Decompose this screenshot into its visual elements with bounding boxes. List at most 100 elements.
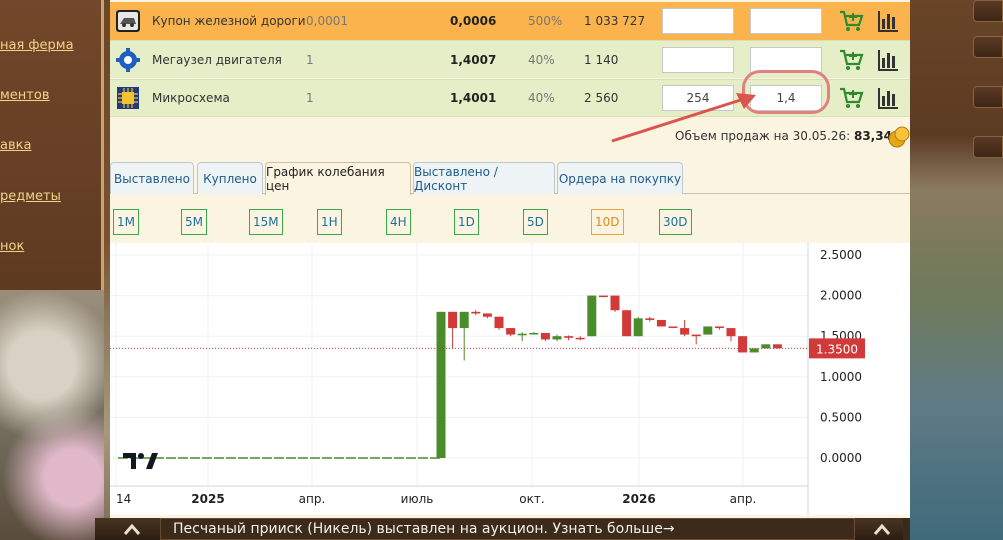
candle-body xyxy=(482,313,492,317)
price-input[interactable] xyxy=(750,8,822,34)
cart-icon[interactable] xyxy=(838,47,864,73)
interval-button[interactable]: 5M xyxy=(181,209,207,235)
y-tick-label: 2.0000 xyxy=(820,289,862,303)
item-min: 0,0001 xyxy=(306,14,348,28)
right-background xyxy=(910,0,1003,540)
x-tick-label: 2025 xyxy=(191,492,224,506)
ticker-text[interactable]: Песчаный прииск (Никель) выставлен на ау… xyxy=(173,521,675,537)
item-name[interactable]: Мегаузел двигателя xyxy=(152,53,282,67)
y-tick-label: 2.5000 xyxy=(820,248,862,262)
item-price: 0,0006 xyxy=(450,14,497,28)
right-menu-button[interactable] xyxy=(973,36,1003,58)
interval-button[interactable]: 4H xyxy=(386,209,411,235)
candle-body xyxy=(587,295,597,337)
candle-body xyxy=(761,344,771,349)
candle-body xyxy=(517,333,527,336)
interval-button[interactable]: 5D xyxy=(523,209,548,235)
chart-background xyxy=(110,243,910,515)
item-min: 1 xyxy=(306,91,314,105)
item-name[interactable]: Микросхема xyxy=(152,91,230,105)
chevron-up-icon[interactable] xyxy=(873,522,891,536)
interval-button[interactable]: 30D xyxy=(659,209,692,235)
microchip-icon xyxy=(116,86,140,110)
candle-body xyxy=(772,344,782,349)
right-menu-button[interactable] xyxy=(973,136,1003,158)
stats-icon[interactable] xyxy=(877,9,899,33)
left-scene-image xyxy=(0,290,104,540)
candle-body xyxy=(448,311,458,329)
item-min: 1 xyxy=(306,52,314,67)
news-ticker[interactable]: Песчаный прииск (Никель) выставлен на ау… xyxy=(160,518,855,540)
candle-body xyxy=(680,328,690,335)
candle-body xyxy=(633,318,643,337)
right-menu-button[interactable] xyxy=(973,0,1003,22)
tab-price-chart[interactable]: График колебания цен xyxy=(265,162,411,195)
left-menu: ная ферма ментов авка редметы нок xyxy=(0,0,104,290)
quantity-input[interactable] xyxy=(662,8,734,34)
candle-body xyxy=(552,336,562,340)
cart-icon[interactable] xyxy=(838,8,864,34)
interval-button[interactable]: 1D xyxy=(454,209,479,235)
stats-icon[interactable] xyxy=(877,48,899,72)
tab-buy-orders[interactable]: Ордера на покупку xyxy=(557,162,683,194)
tab-bar: Выставлено Куплено График колебания цен … xyxy=(110,160,910,195)
menu-item-items[interactable]: редметы xyxy=(0,189,61,204)
candle-body xyxy=(540,332,550,340)
candle-body xyxy=(738,336,748,353)
candle-body xyxy=(575,337,585,340)
item-percent: 40% xyxy=(528,52,555,67)
tab-listed[interactable]: Выставлено xyxy=(110,162,194,194)
price-input[interactable] xyxy=(750,46,822,73)
x-tick-label: апр. xyxy=(730,492,757,506)
right-menu-button[interactable] xyxy=(973,86,1003,108)
item-percent: 40% xyxy=(528,91,555,105)
menu-item-market[interactable]: нок xyxy=(0,239,24,254)
railway-coupon-icon xyxy=(116,9,140,33)
interval-button[interactable]: 15M xyxy=(249,209,283,235)
tab-bought[interactable]: Куплено xyxy=(197,162,263,194)
price-label: 1.3500 xyxy=(816,342,858,356)
interval-button[interactable]: 1M xyxy=(113,209,139,235)
y-tick-label: 1.0000 xyxy=(820,370,862,384)
chevron-up-icon[interactable] xyxy=(123,522,141,536)
item-price: 1,4001 xyxy=(450,91,497,105)
interval-button-selected[interactable]: 10D xyxy=(591,209,624,235)
candle-body xyxy=(459,311,469,329)
item-percent: 500% xyxy=(528,14,563,28)
candle-body xyxy=(691,334,701,337)
engine-gear-icon xyxy=(116,47,140,72)
quantity-input[interactable] xyxy=(662,46,734,73)
interval-button[interactable]: 1H xyxy=(317,209,342,235)
menu-item-farm[interactable]: ная ферма xyxy=(0,38,74,53)
price-chart[interactable]: 2.50002.00001.50001.00000.50000.0000 14 2… xyxy=(110,243,910,515)
candle-body xyxy=(610,295,620,311)
cart-icon[interactable] xyxy=(838,85,864,111)
item-volume: 1 033 727 xyxy=(584,14,646,28)
sales-label: Объем продаж на 30.05.26: xyxy=(675,129,851,143)
candle-body xyxy=(668,326,678,328)
table-row: Купон железной дороги 0,0001 0,0006 500%… xyxy=(110,2,910,40)
stats-icon[interactable] xyxy=(877,86,899,110)
candle-body xyxy=(506,328,516,335)
x-tick-label: апр. xyxy=(299,492,326,506)
candle-body xyxy=(436,311,446,458)
item-volume: 1 140 xyxy=(584,52,619,67)
candle-body xyxy=(703,326,713,335)
y-tick-label: 0.5000 xyxy=(820,410,862,424)
candle-body xyxy=(564,336,574,338)
coin-icon xyxy=(888,126,910,148)
menu-item-shop[interactable]: авка xyxy=(0,138,31,153)
item-price: 1,4007 xyxy=(450,52,497,67)
candle-body xyxy=(598,295,608,298)
x-tick-label: окт. xyxy=(519,492,544,506)
item-name[interactable]: Купон железной дороги xyxy=(152,14,306,28)
candle-body xyxy=(749,348,759,353)
menu-item-instruments[interactable]: ментов xyxy=(0,88,50,103)
candle-body xyxy=(645,318,655,320)
y-tick-label: 0.0000 xyxy=(820,451,862,465)
tab-listed-discount[interactable]: Выставлено / Дисконт xyxy=(413,162,555,194)
x-tick-label: 2026 xyxy=(622,492,655,506)
candle-body xyxy=(494,316,504,329)
candle-body xyxy=(471,311,481,314)
candle-body xyxy=(726,328,736,337)
